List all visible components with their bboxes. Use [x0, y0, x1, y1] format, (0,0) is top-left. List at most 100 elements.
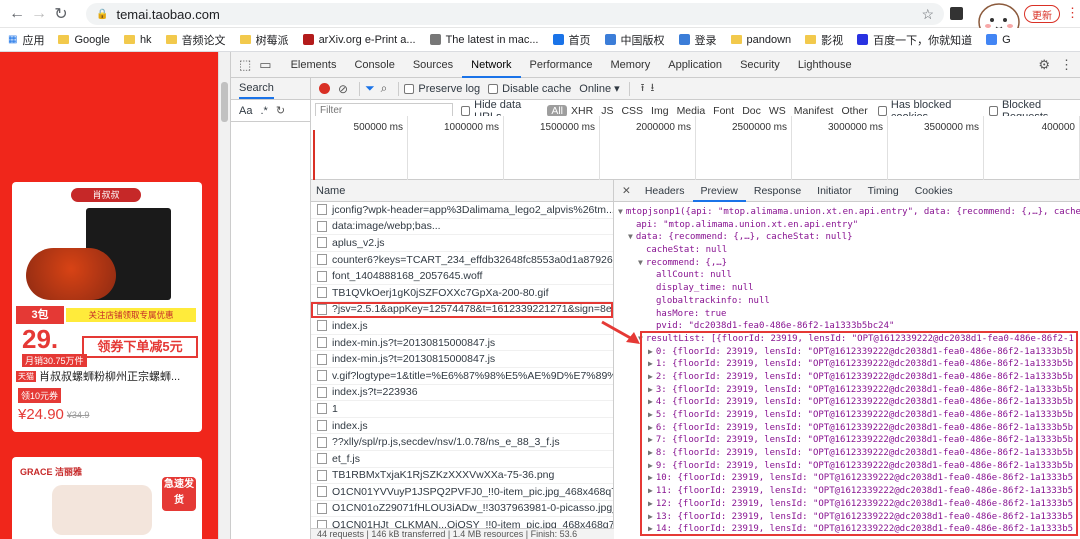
- request-row[interactable]: index.js: [311, 418, 613, 435]
- type-filter-doc[interactable]: Doc: [738, 105, 765, 117]
- close-details-icon[interactable]: ✕: [622, 185, 631, 197]
- type-filter-other[interactable]: Other: [837, 105, 871, 117]
- record-icon[interactable]: [319, 83, 330, 94]
- request-row[interactable]: aplus_v2.js: [311, 235, 613, 252]
- tab-application[interactable]: Application: [659, 52, 731, 78]
- promo-card-2[interactable]: GRACE 洁丽雅 急速发货: [12, 457, 202, 539]
- tab-cookies[interactable]: Cookies: [907, 180, 961, 202]
- tab-sources[interactable]: Sources: [404, 52, 462, 78]
- bookmark-12[interactable]: 百度一下，你就知道: [857, 32, 972, 48]
- back-icon[interactable]: ←: [6, 3, 28, 25]
- request-row[interactable]: et_f.js: [311, 451, 613, 468]
- tab-response[interactable]: Response: [746, 180, 809, 202]
- inspect-icon[interactable]: ⬚: [239, 57, 251, 73]
- scroll-thumb[interactable]: [221, 82, 228, 122]
- request-row[interactable]: counter6?keys=TCART_234_effdb32648fc8553…: [311, 252, 613, 269]
- tab-performance[interactable]: Performance: [521, 52, 602, 78]
- bookmark-6[interactable]: The latest in mac...: [429, 34, 539, 46]
- device-toggle-icon[interactable]: ▭: [259, 57, 271, 73]
- request-row[interactable]: index-min.js?t=20130815000847.js: [311, 335, 613, 352]
- json-line[interactable]: api: "mtop.alimama.union.xt.en.api.entry…: [618, 219, 1080, 232]
- forward-icon[interactable]: →: [28, 3, 50, 25]
- json-line[interactable]: ▼ recommend: {,…}: [618, 257, 1080, 270]
- bookmark-9[interactable]: 登录: [678, 32, 717, 48]
- json-line[interactable]: hasMore: true: [618, 308, 1080, 321]
- type-filter-ws[interactable]: WS: [765, 105, 790, 117]
- clear-icon[interactable]: ⊘: [338, 82, 348, 96]
- address-bar[interactable]: 🔒 temai.taobao.com ☆: [86, 3, 944, 25]
- export-har-icon[interactable]: ⭳: [651, 79, 655, 98]
- tab-initiator[interactable]: Initiator: [809, 180, 859, 202]
- tab-console[interactable]: Console: [345, 52, 403, 78]
- refresh-search-icon[interactable]: ↻: [276, 104, 285, 117]
- request-row[interactable]: index-min.js?t=20130815000847.js: [311, 351, 613, 368]
- request-row[interactable]: O1CN01YVVuyP1JSPQ2PVFJ0_!!0-item_pic.jpg…: [311, 484, 613, 501]
- bookmark-2[interactable]: hk: [123, 34, 152, 46]
- blocked-requests-checkbox[interactable]: [988, 105, 998, 116]
- expanded-caret-icon[interactable]: ▼: [618, 207, 623, 216]
- type-filter-font[interactable]: Font: [709, 105, 738, 117]
- bookmark-5[interactable]: arXiv.org e-Print a...: [302, 34, 416, 46]
- bookmark-10[interactable]: pandown: [730, 34, 791, 46]
- product-title[interactable]: 肖叔叔螺蛳粉柳州正宗螺蛳...: [39, 368, 180, 384]
- tab-headers[interactable]: Headers: [637, 180, 693, 202]
- settings-icon[interactable]: ⚙: [1038, 57, 1050, 73]
- bookmark-11[interactable]: 影视: [805, 32, 843, 48]
- json-line[interactable]: ▼ mtopjsonp1({api: "mtop.alimama.union.xt…: [618, 206, 1080, 219]
- request-row[interactable]: jconfig?wpk-header=app%3Dalimama_lego2_a…: [311, 202, 613, 219]
- timeline-overview[interactable]: 500000 ms 1000000 ms 1500000 ms 2000000 ms 2…: [311, 116, 1080, 180]
- bookmark-13[interactable]: G: [986, 34, 1011, 46]
- throttle-select[interactable]: Online ▾: [579, 82, 619, 95]
- update-button[interactable]: 更新: [1024, 5, 1060, 23]
- preserve-log-checkbox[interactable]: [404, 83, 415, 94]
- bookmark-4[interactable]: 树莓派: [239, 32, 289, 48]
- type-filter-img[interactable]: Img: [647, 105, 673, 117]
- tab-network[interactable]: Network: [462, 52, 521, 78]
- bookmark-8[interactable]: 中国版权: [604, 32, 665, 48]
- json-line[interactable]: allCount: null: [618, 269, 1080, 282]
- hide-data-urls-checkbox[interactable]: [461, 105, 471, 116]
- request-row[interactable]: TB1RBMxTxjaK1RjSZKzXXXVwXXa-75-36.png: [311, 468, 613, 485]
- import-har-icon[interactable]: ⭱: [641, 79, 645, 98]
- search-tab[interactable]: Search: [239, 79, 274, 99]
- bookmark-3[interactable]: 音频论文: [165, 32, 226, 48]
- star-icon[interactable]: ☆: [921, 6, 934, 23]
- type-filter-css[interactable]: CSS: [617, 105, 647, 117]
- bookmark-7[interactable]: 首页: [552, 32, 591, 48]
- request-row[interactable]: index.js?t=223936: [311, 385, 613, 402]
- blocked-cookies-checkbox[interactable]: [877, 105, 887, 116]
- request-row[interactable]: v.gif?logtype=1&title=%E6%87%98%E5%AE%9D…: [311, 368, 613, 385]
- request-row[interactable]: O1CN01oZ29071fHLOU3iADw_!!3037963981-0-p…: [311, 501, 613, 518]
- tab-preview[interactable]: Preview: [692, 180, 746, 202]
- expanded-caret-icon[interactable]: ▼: [638, 258, 643, 267]
- json-line[interactable]: cacheStat: null: [618, 244, 1080, 257]
- page-scrollbar[interactable]: [218, 52, 230, 539]
- extension-icon[interactable]: [950, 7, 963, 20]
- promo-card[interactable]: 肖叔叔 3包 关注店铺领取专属优惠 29. 领券下单减5元 月销30.75万件 …: [12, 182, 202, 432]
- request-row[interactable]: data:image/webp;bas...: [311, 219, 613, 236]
- tab-memory[interactable]: Memory: [602, 52, 660, 78]
- menu-icon[interactable]: ⋮: [1066, 5, 1079, 21]
- disable-cache-checkbox[interactable]: [488, 83, 499, 94]
- filter-icon[interactable]: ⏷: [365, 81, 375, 96]
- tab-lighthouse[interactable]: Lighthouse: [789, 52, 861, 78]
- reload-icon[interactable]: ↻: [50, 3, 72, 25]
- request-row[interactable]: ??xlly/spl/rp.js,secdev/nsv/1.0.78/ns_e_…: [311, 434, 613, 451]
- more-icon[interactable]: ⋮: [1060, 57, 1073, 73]
- regex-icon[interactable]: .*: [260, 105, 267, 117]
- search-icon[interactable]: ⌕: [381, 81, 388, 96]
- type-filter-manifest[interactable]: Manifest: [790, 105, 838, 117]
- name-column-header[interactable]: Name: [311, 180, 613, 202]
- type-filter-media[interactable]: Media: [673, 105, 710, 117]
- type-filter-xhr[interactable]: XHR: [567, 105, 597, 117]
- coupon-badge[interactable]: 领10元券: [18, 388, 62, 403]
- request-row[interactable]: TB1QVkOerj1gK0jSZFOXXc7GpXa-200-80.gif: [311, 285, 613, 302]
- expanded-caret-icon[interactable]: ▼: [628, 232, 633, 241]
- tab-elements[interactable]: Elements: [282, 52, 346, 78]
- request-row[interactable]: 1: [311, 401, 613, 418]
- tab-timing[interactable]: Timing: [860, 180, 907, 202]
- type-filter-all[interactable]: All: [547, 104, 568, 117]
- json-line[interactable]: ▼ data: {recommend: {,…}, cacheStat: null…: [618, 231, 1080, 244]
- tab-security[interactable]: Security: [731, 52, 789, 78]
- match-case-icon[interactable]: Aa: [239, 105, 252, 117]
